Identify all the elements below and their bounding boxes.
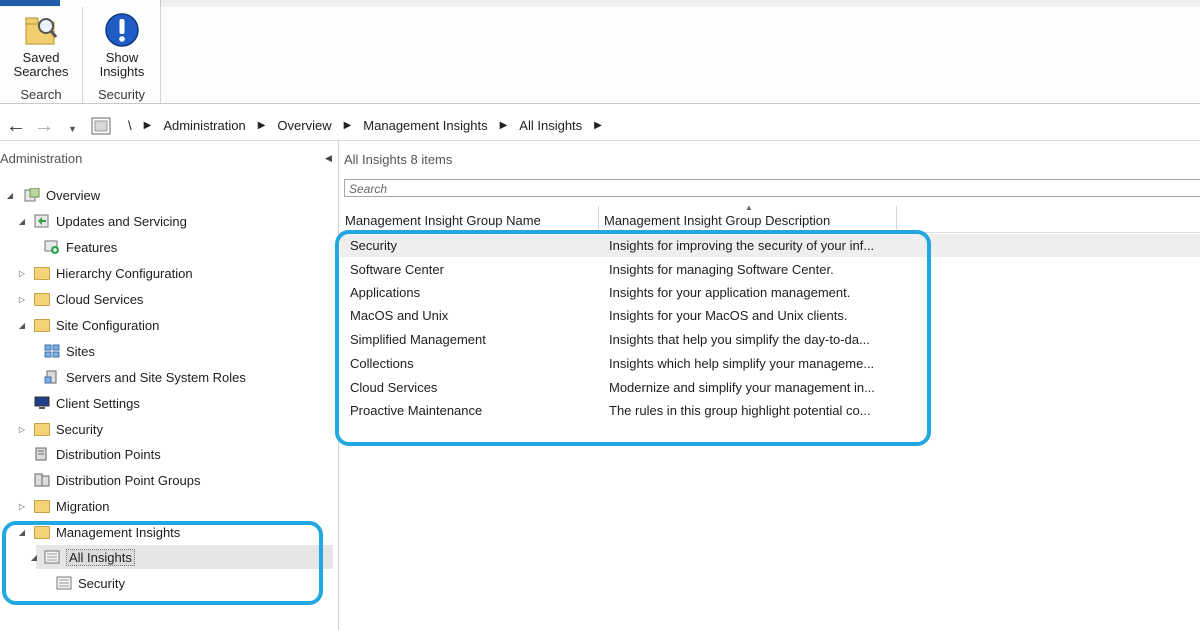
home-tab[interactable] — [60, 0, 161, 7]
breadcrumb-separator-icon[interactable]: ▶ — [500, 120, 508, 131]
column-header-description[interactable]: Management Insight Group Description — [599, 206, 897, 232]
expand-arrow-icon[interactable]: ◢ — [16, 321, 28, 330]
ribbon-group-label-security: Security — [98, 87, 145, 102]
breadcrumb-administration[interactable]: Administration — [163, 118, 245, 133]
tree-item-cloud-services[interactable]: ▷ Cloud Services — [16, 288, 144, 310]
column-header-name[interactable]: Management Insight Group Name — [340, 206, 599, 232]
search-input[interactable]: Search — [344, 179, 1200, 197]
collapsed-arrow-icon[interactable]: ▷ — [16, 269, 28, 278]
file-tab[interactable] — [0, 0, 60, 6]
tree-item-security[interactable]: ▷ Security — [16, 418, 103, 440]
tree-item-client-settings[interactable]: Client Settings — [34, 392, 140, 414]
tree-item-distribution-point-groups[interactable]: Distribution Point Groups — [34, 469, 201, 491]
show-insights-label: Show Insights — [99, 50, 145, 79]
collapse-pane-icon[interactable]: ◀ — [325, 153, 332, 164]
expand-arrow-icon[interactable]: ◢ — [4, 191, 16, 200]
tree-label: Site Configuration — [56, 317, 160, 333]
folder-icon — [34, 499, 50, 513]
tree-label: Updates and Servicing — [56, 213, 187, 229]
results-title: All Insights 8 items — [344, 152, 453, 167]
servers-icon — [44, 370, 60, 384]
tree-item-updates-and-servicing[interactable]: ◢ Updates and Servicing — [16, 210, 187, 232]
expand-arrow-icon[interactable]: ◢ — [16, 217, 28, 226]
show-insights-button[interactable]: Show Insights — [87, 9, 157, 79]
breadcrumb-separator-icon[interactable]: ▶ — [344, 120, 352, 131]
tree-item-overview[interactable]: ◢ Overview — [4, 184, 100, 206]
navigation-pane: Administration ◀ ◢ Overview ◢ Updates an… — [0, 141, 339, 630]
navigation-pane-title: Administration — [0, 151, 83, 166]
forward-arrow-icon[interactable]: → — [34, 116, 54, 136]
saved-searches-label: Saved Searches — [13, 50, 69, 79]
distribution-icon — [34, 447, 50, 461]
ribbon-group-security: Show Insights Security — [83, 7, 161, 103]
history-dropdown-icon[interactable]: ▼ — [68, 119, 77, 139]
tree-item-migration[interactable]: ▷ Migration — [16, 495, 110, 517]
saved-searches-icon — [25, 17, 58, 45]
folder-icon — [34, 266, 50, 280]
collapsed-arrow-icon[interactable]: ▷ — [16, 425, 28, 434]
results-pane: All Insights 8 items Search ▲ Management… — [335, 141, 1200, 630]
ribbon: Saved Searches Search Show Insights Secu… — [0, 7, 1200, 104]
folder-icon — [34, 422, 50, 436]
highlight-callout — [335, 230, 931, 446]
tree-item-distribution-points[interactable]: Distribution Points — [34, 443, 161, 465]
ribbon-group-label-search: Search — [20, 87, 62, 102]
breadcrumb-overview[interactable]: Overview — [277, 118, 331, 133]
highlight-callout — [2, 521, 323, 605]
tree-label: Client Settings — [56, 395, 140, 411]
tree-label: Servers and Site System Roles — [66, 369, 246, 385]
ribbon-group-search: Saved Searches Search — [0, 7, 83, 103]
tree-label: Cloud Services — [56, 291, 144, 307]
updates-icon — [34, 214, 50, 228]
breadcrumb-separator-icon[interactable]: ▶ — [594, 120, 602, 131]
tree-item-servers-and-site-system-roles[interactable]: Servers and Site System Roles — [44, 366, 246, 388]
client-settings-icon — [34, 396, 50, 410]
back-arrow-icon[interactable]: ← — [6, 116, 26, 136]
tree-item-sites[interactable]: Sites — [44, 340, 95, 362]
breadcrumb-separator-icon[interactable]: ▶ — [258, 120, 266, 131]
tree-label: Overview — [46, 187, 101, 203]
features-icon — [44, 240, 60, 254]
breadcrumb: \ ▶ Administration ▶ Overview ▶ Manageme… — [92, 114, 1200, 136]
info-exclamation-icon — [105, 13, 139, 47]
collapsed-arrow-icon[interactable]: ▷ — [16, 295, 28, 304]
folder-icon — [34, 318, 50, 332]
breadcrumb-root[interactable]: \ — [128, 118, 132, 133]
tree-item-features[interactable]: Features — [44, 236, 117, 258]
tree-label: Hierarchy Configuration — [56, 265, 193, 281]
distribution-groups-icon — [34, 473, 50, 487]
tree-item-site-configuration[interactable]: ◢ Site Configuration — [16, 314, 159, 336]
sites-icon — [44, 344, 60, 358]
breadcrumb-all-insights[interactable]: All Insights — [519, 118, 582, 133]
tree-label: Features — [66, 239, 118, 255]
tree-label: Sites — [66, 343, 95, 359]
tree-label: Security — [56, 421, 103, 437]
folder-icon — [34, 292, 50, 306]
breadcrumb-separator-icon[interactable]: ▶ — [144, 120, 152, 131]
tree-label: Distribution Point Groups — [56, 472, 201, 488]
breadcrumb-management-insights[interactable]: Management Insights — [363, 118, 487, 133]
collapsed-arrow-icon[interactable]: ▷ — [16, 502, 28, 511]
overview-icon — [24, 187, 40, 202]
tree-label: Distribution Points — [56, 446, 161, 462]
address-bar: ← → ▼ \ ▶ Administration ▶ Overview ▶ Ma… — [0, 112, 1200, 141]
saved-searches-button[interactable]: Saved Searches — [4, 9, 78, 79]
tree-item-hierarchy-configuration[interactable]: ▷ Hierarchy Configuration — [16, 262, 193, 284]
tree-label: Migration — [56, 498, 110, 514]
